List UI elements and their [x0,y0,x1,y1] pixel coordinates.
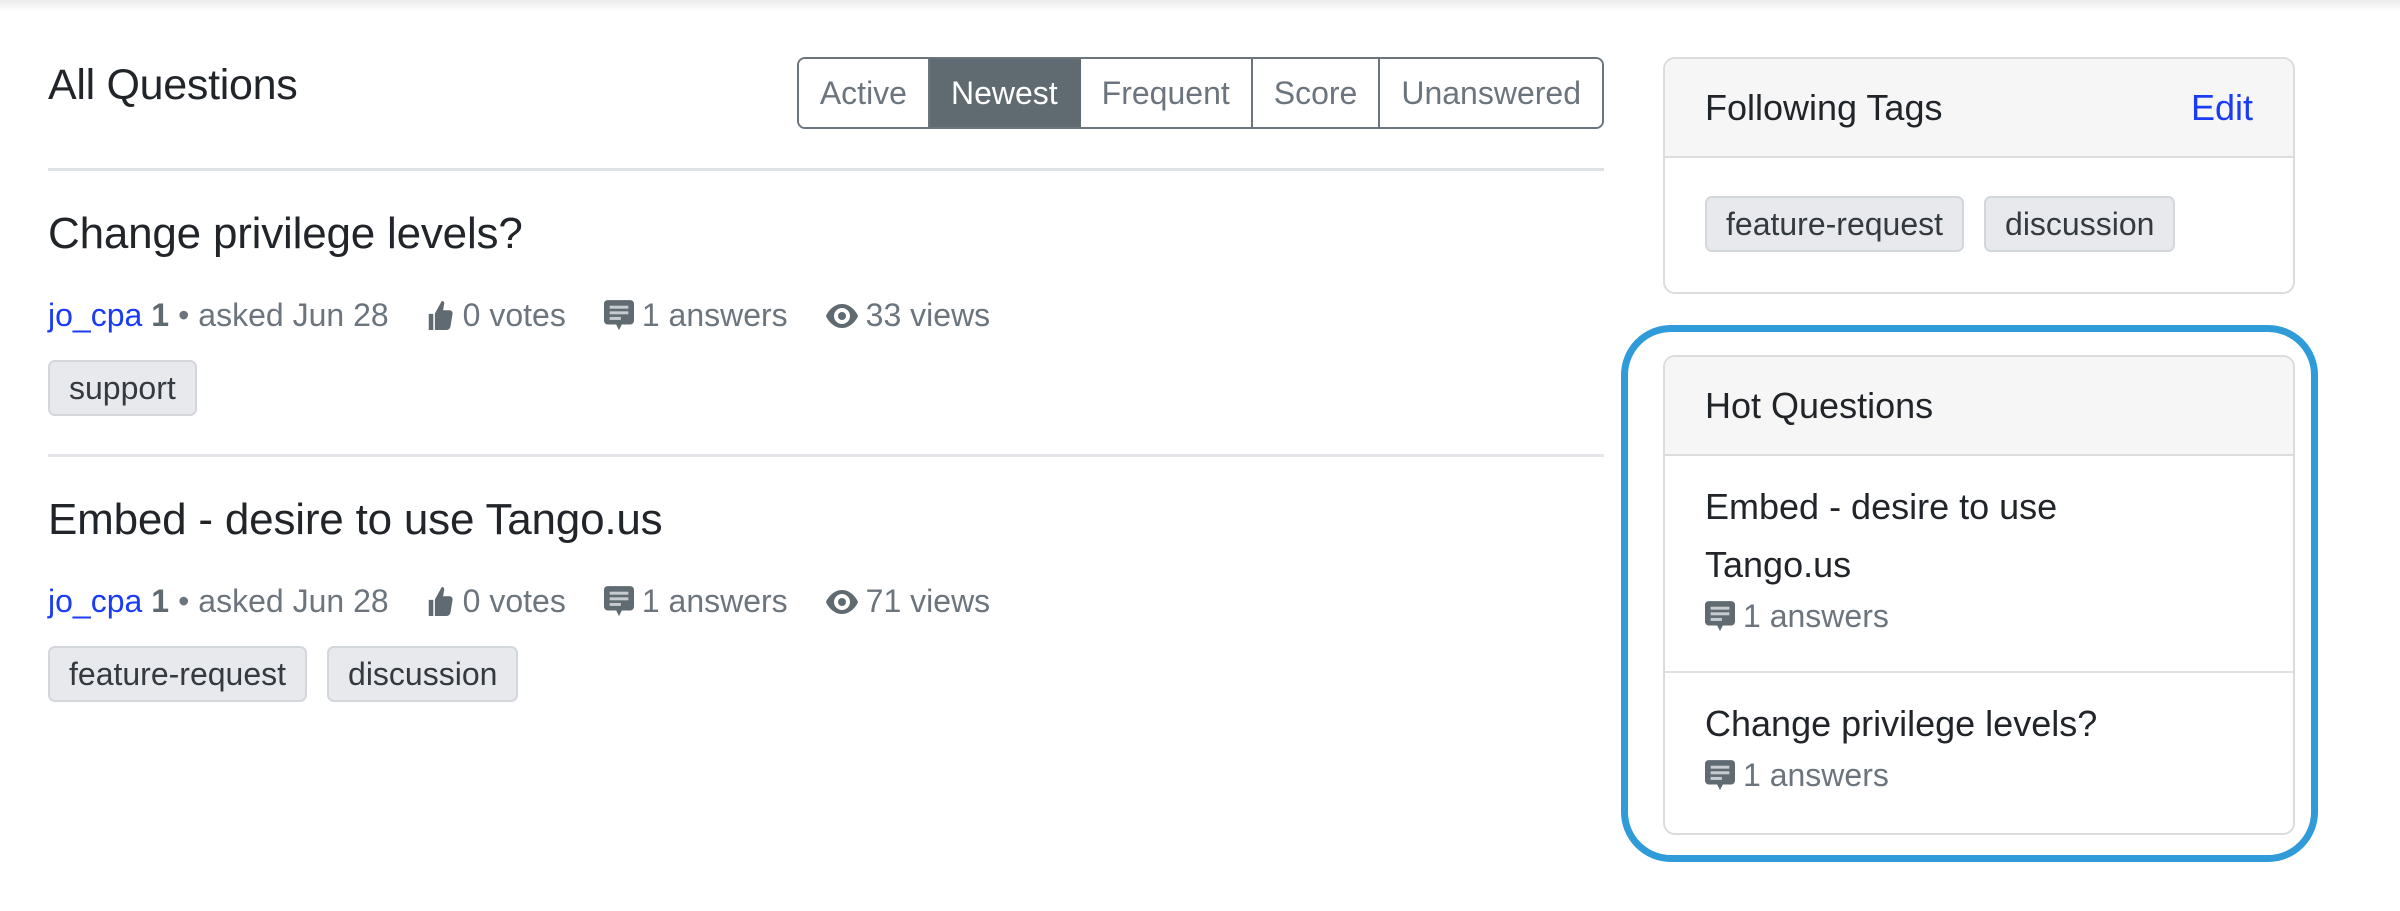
answers-count: 1 answers [1743,598,1889,634]
votes-stat: 0 votes [427,297,566,334]
questions-main: All Questions Active Newest Frequent Sco… [48,57,1604,727]
question-tags: feature-request discussion [48,646,519,702]
author-link[interactable]: jo_cpa [48,583,142,620]
views-stat: 33 views [825,297,991,334]
author-link[interactable]: jo_cpa [48,297,142,334]
answers-stat: 1 answers [603,583,788,620]
questions-header: All Questions Active Newest Frequent Sco… [48,57,1604,171]
eye-icon [825,589,858,614]
top-nav-shadow [0,0,2400,12]
tag[interactable]: feature-request [48,646,308,702]
author-reputation: 1 [151,583,170,619]
following-tags-title: Following Tags [1705,86,1943,128]
answers-count: 1 answers [641,583,788,619]
chat-icon [1705,759,1735,790]
followed-tag[interactable]: feature-request [1705,196,1965,252]
eye-icon [825,303,858,328]
following-tags-header: Following Tags Edit [1665,59,2293,158]
tab-newest[interactable]: Newest [929,59,1081,127]
answers-stat: 1 answers [603,297,788,334]
followed-tag[interactable]: discussion [1984,196,2176,252]
chat-icon [603,299,634,330]
asked-date: asked Jun 28 [198,583,389,619]
views-count: 71 views [865,583,991,619]
thumbs-up-icon [428,300,453,330]
thumbs-up-icon [428,586,453,616]
views-count: 33 views [865,297,991,333]
author-reputation: 1 [151,297,170,333]
sort-tabs: Active Newest Frequent Score Unanswered [796,57,1604,129]
tag[interactable]: support [48,360,197,416]
hot-question-answers: 1 answers [1705,598,2253,635]
question-meta: jo_cpa 1 • asked Jun 28 0 votes 1 answer… [48,297,990,334]
hot-question-title[interactable]: Change privilege levels? [1705,695,2253,753]
hot-questions-title: Hot Questions [1705,384,1934,426]
meta-separator: • [178,583,190,619]
tab-unanswered[interactable]: Unanswered [1380,59,1602,127]
question-title-link[interactable]: Embed - desire to use Tango.us [48,495,663,545]
answers-count: 1 answers [641,297,788,333]
hot-questions-card: Hot Questions Embed - desire to use Tang… [1663,355,2295,835]
votes-stat: 0 votes [427,583,566,620]
votes-count: 0 votes [462,297,566,333]
question-meta: jo_cpa 1 • asked Jun 28 0 votes 1 answer… [48,583,990,620]
votes-count: 0 votes [462,583,566,619]
hot-question-title[interactable]: Embed - desire to use Tango.us [1705,478,2125,594]
meta-separator: • [178,297,190,333]
hot-questions-header: Hot Questions [1665,357,2293,456]
chat-icon [603,585,634,616]
question-title-link[interactable]: Change privilege levels? [48,209,523,259]
hot-question-item[interactable]: Embed - desire to use Tango.us 1 answers [1665,456,2293,673]
tab-frequent[interactable]: Frequent [1080,59,1253,127]
views-stat: 71 views [825,583,991,620]
edit-tags-link[interactable]: Edit [2191,87,2253,129]
question-tags: support [48,360,197,416]
chat-icon [1705,600,1735,631]
asked-date: asked Jun 28 [198,297,389,333]
question-item: Embed - desire to use Tango.us jo_cpa 1 … [48,457,1604,727]
following-tags-card: Following Tags Edit feature-request disc… [1663,57,2295,294]
question-item: Change privilege levels? jo_cpa 1 • aske… [48,171,1604,457]
hot-question-answers: 1 answers [1705,757,2253,794]
following-tags-list: feature-request discussion [1665,158,2293,290]
hot-question-item[interactable]: Change privilege levels? 1 answers [1665,673,2293,833]
tag[interactable]: discussion [327,646,519,702]
tab-score[interactable]: Score [1252,59,1381,127]
tab-active[interactable]: Active [798,59,930,127]
answers-count: 1 answers [1743,757,1889,793]
page-title: All Questions [48,61,298,109]
